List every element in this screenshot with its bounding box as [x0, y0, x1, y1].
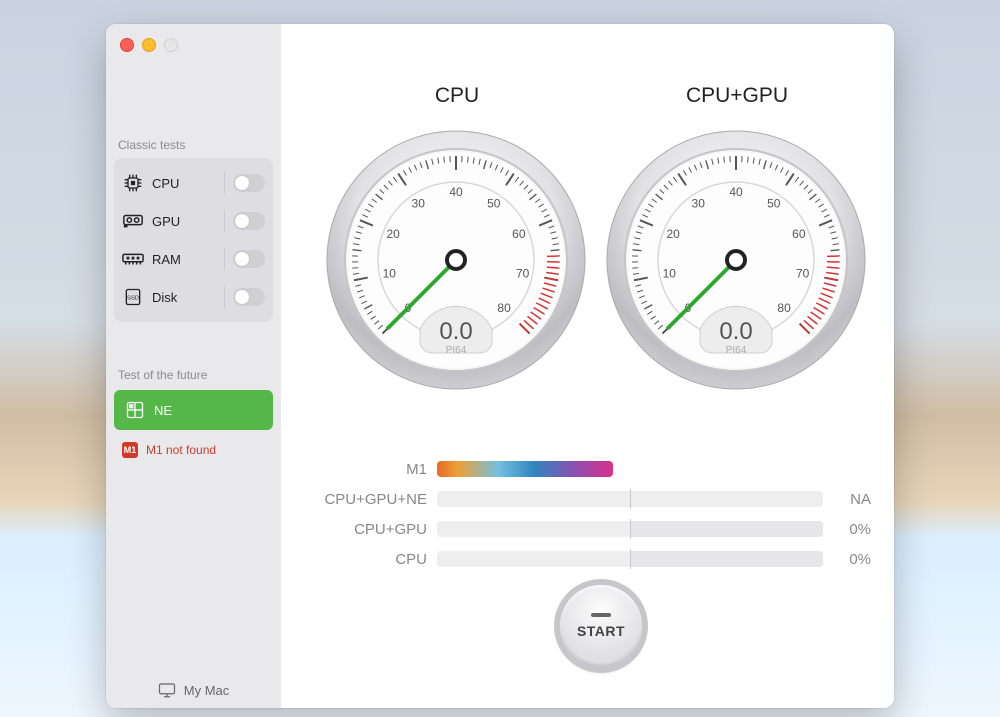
svg-text:70: 70 [796, 266, 810, 280]
sidebar-item-label: RAM [152, 252, 216, 267]
svg-text:50: 50 [487, 196, 501, 210]
svg-text:70: 70 [516, 266, 530, 280]
bar-value: 0% [823, 521, 871, 538]
gauge-cpu-title: CPU [327, 84, 587, 108]
svg-text:0.0: 0.0 [439, 318, 472, 345]
my-mac-button[interactable]: My Mac [106, 682, 281, 698]
divider [224, 248, 225, 270]
sidebar-item-cpu[interactable]: CPU [114, 164, 273, 202]
bar-track [437, 551, 823, 567]
svg-text:60: 60 [512, 227, 526, 241]
m1-gradient-bar [437, 461, 613, 477]
bar-label: CPU+GPU+NE [311, 491, 437, 508]
main-panel: CPU CPU+GPU 010203040506070800.0PI64 010… [281, 24, 894, 708]
gauge-cpu: 010203040506070800.0PI64 [325, 129, 587, 391]
bar-row-cpu-gpu-ne: CPU+GPU+NE NA [311, 484, 871, 514]
disk-toggle[interactable] [233, 288, 265, 306]
start-button[interactable]: START [560, 585, 642, 667]
monitor-icon [158, 682, 176, 698]
sidebar: Classic tests CPU GPU [106, 24, 281, 708]
svg-text:10: 10 [663, 266, 677, 280]
bar-row-m1: M1 [311, 454, 871, 484]
bar-label: M1 [311, 461, 437, 478]
ram-icon [122, 248, 144, 270]
button-slot-icon [591, 613, 611, 617]
gauge-cpugpu-title: CPU+GPU [607, 84, 867, 108]
m1-warning: M1 M1 not found [106, 430, 281, 458]
sidebar-item-label: NE [154, 403, 172, 418]
classic-tests-list: CPU GPU RAM [114, 158, 273, 322]
progress-bars: M1 CPU+GPU+NE NA CPU+GPU 0% CPU 0% [311, 454, 871, 574]
svg-text:30: 30 [692, 196, 706, 210]
divider [224, 210, 225, 232]
classic-tests-heading: Classic tests [106, 138, 281, 152]
bar-label: CPU [311, 551, 437, 568]
ne-icon [124, 399, 146, 421]
minimize-window-button[interactable] [142, 38, 156, 52]
cpu-icon [122, 172, 144, 194]
svg-text:50: 50 [767, 196, 781, 210]
svg-text:40: 40 [449, 185, 463, 199]
future-tests-heading: Test of the future [106, 368, 281, 382]
svg-text:SSD: SSD [127, 296, 139, 302]
sidebar-item-label: GPU [152, 214, 216, 229]
svg-text:10: 10 [383, 266, 397, 280]
sidebar-item-ne[interactable]: NE [114, 390, 273, 430]
svg-text:30: 30 [412, 196, 426, 210]
gpu-icon [122, 210, 144, 232]
bar-value: NA [823, 491, 871, 508]
bar-row-cpu: CPU 0% [311, 544, 871, 574]
ram-toggle[interactable] [233, 250, 265, 268]
sidebar-item-gpu[interactable]: GPU [114, 202, 273, 240]
sidebar-item-disk[interactable]: SSD Disk [114, 278, 273, 316]
svg-text:60: 60 [792, 227, 806, 241]
sidebar-item-ram[interactable]: RAM [114, 240, 273, 278]
bar-row-cpu-gpu: CPU+GPU 0% [311, 514, 871, 544]
bar-value: 0% [823, 551, 871, 568]
sidebar-item-label: CPU [152, 176, 216, 191]
cpu-toggle[interactable] [233, 174, 265, 192]
svg-text:PI64: PI64 [446, 345, 467, 356]
footer-label: My Mac [184, 683, 230, 698]
start-label: START [577, 623, 625, 639]
divider [224, 172, 225, 194]
disk-icon: SSD [122, 286, 144, 308]
svg-text:20: 20 [386, 227, 400, 241]
zoom-window-button[interactable] [164, 38, 178, 52]
bar-label: CPU+GPU [311, 521, 437, 538]
app-window: Classic tests CPU GPU [106, 24, 894, 708]
window-controls [106, 24, 281, 68]
bar-track [437, 521, 823, 537]
divider [224, 286, 225, 308]
gpu-toggle[interactable] [233, 212, 265, 230]
m1-warning-text: M1 not found [146, 443, 216, 457]
svg-text:40: 40 [729, 185, 743, 199]
sidebar-item-label: Disk [152, 290, 216, 305]
gauge-cpugpu: 010203040506070800.0PI64 [605, 129, 867, 391]
bar-track [437, 491, 823, 507]
svg-text:80: 80 [777, 301, 791, 315]
m1-badge-icon: M1 [122, 442, 138, 458]
svg-text:20: 20 [666, 227, 680, 241]
svg-text:80: 80 [497, 301, 511, 315]
svg-text:0.0: 0.0 [719, 318, 752, 345]
close-window-button[interactable] [120, 38, 134, 52]
svg-text:PI64: PI64 [726, 345, 747, 356]
